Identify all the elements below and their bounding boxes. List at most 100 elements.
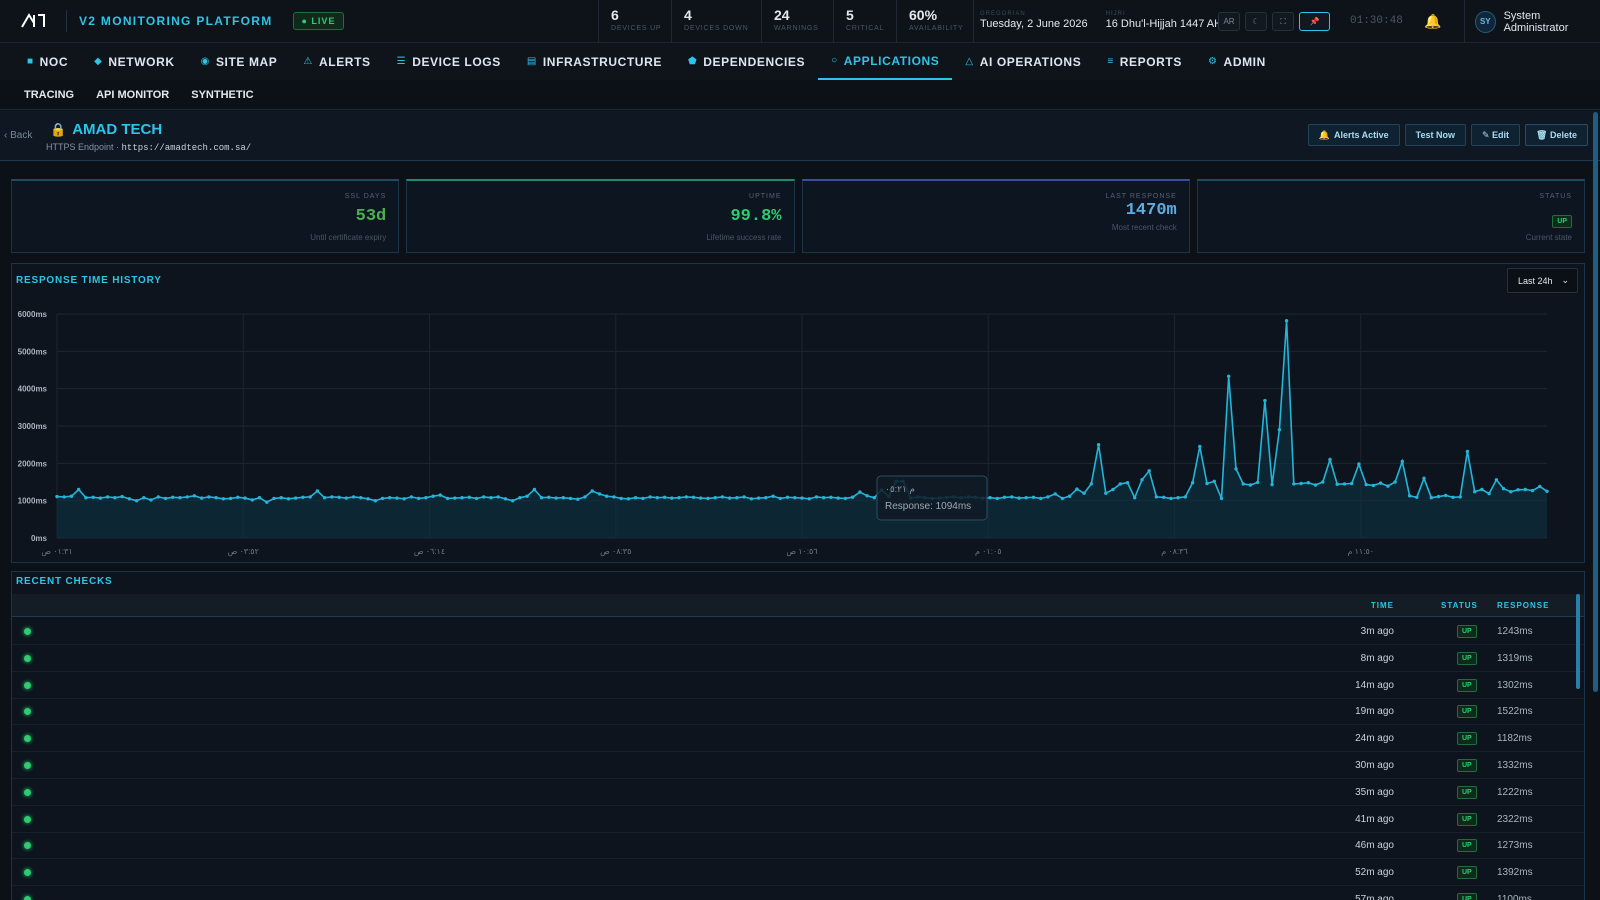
pin-icon[interactable]: 📌: [1299, 12, 1330, 31]
time-range-select[interactable]: Last 24h ⌄: [1507, 268, 1578, 293]
subnav-api-monitor[interactable]: API MONITOR: [96, 89, 169, 101]
page-scrollbar[interactable]: [1593, 112, 1598, 692]
table-row[interactable]: 14m ago UP 1302ms: [12, 672, 1584, 699]
test-now-button[interactable]: Test Now: [1404, 124, 1466, 146]
data-point: [1212, 479, 1217, 483]
status-badge: UP: [1457, 812, 1477, 826]
stat-devices-up[interactable]: 6 DEVICES UP: [598, 0, 671, 43]
x-tick-label: ١٠:٥٦ ص: [786, 547, 817, 556]
stat-critical[interactable]: 5 CRITICAL: [833, 0, 896, 43]
data-point: [1350, 481, 1354, 486]
table-row[interactable]: 30m ago UP 1332ms: [12, 752, 1584, 779]
date-value: Tuesday, 2 June 2026: [980, 18, 1088, 30]
toolbar-buttons: AR ☾ ⛶ 📌: [1218, 12, 1330, 31]
nav-label: APPLICATIONS: [843, 53, 940, 68]
y-tick-label: 4000ms: [18, 385, 48, 394]
check-time: 14m ago: [1355, 679, 1394, 691]
stat-warnings[interactable]: 24 WARNINGS: [761, 0, 833, 43]
tooltip-value: Response: 1094ms: [885, 501, 971, 512]
data-point: [568, 496, 573, 501]
column-status[interactable]: STATUS: [1441, 601, 1478, 610]
data-point: [214, 496, 218, 500]
nav-label: DEVICE LOGS: [412, 54, 501, 69]
table-scrollbar[interactable]: [1576, 594, 1580, 689]
data-point: [163, 496, 168, 501]
nav-infrastructure[interactable]: ▤ INFRASTRUCTURE: [514, 43, 675, 80]
nav-applications[interactable]: ○ APPLICATIONS: [818, 43, 953, 80]
uptime-card: UPTIME 99.8% Lifetime success rate: [406, 179, 795, 253]
stat-devices-down[interactable]: 4 DEVICES DOWN: [671, 0, 761, 43]
status-dot: [24, 654, 31, 662]
nav-device-logs[interactable]: ☰ DEVICE LOGS: [384, 43, 514, 80]
table-row[interactable]: 52m ago UP 1392ms: [12, 859, 1584, 887]
subnav-tracing[interactable]: TRACING: [24, 89, 74, 101]
data-point: [1371, 483, 1376, 488]
data-point: [525, 494, 529, 498]
theme-moon-icon[interactable]: ☾: [1245, 12, 1267, 31]
nav-alerts[interactable]: ⚠ ALERTS: [290, 43, 383, 80]
delete-button[interactable]: 🗑 Delete: [1525, 124, 1588, 146]
data-point: [221, 497, 226, 501]
data-point: [518, 496, 522, 500]
column-response[interactable]: RESPONSE: [1497, 601, 1549, 610]
table-row[interactable]: 19m ago UP 1522ms: [12, 698, 1584, 726]
ssl-days-card: SSL DAYS 53d Until certificate expiry: [11, 179, 400, 253]
status-dot: [24, 815, 31, 823]
user-menu[interactable]: SY System Administrator: [1464, 0, 1600, 43]
nav-ai-operations[interactable]: △ AI OPERATIONS: [952, 43, 1094, 80]
data-point: [402, 497, 406, 501]
edit-button[interactable]: ✎ Edit: [1471, 124, 1521, 146]
response-time-chart[interactable]: 0ms 1000ms 2000ms 3000ms 4000ms 5000ms 6000ms ٠…: [12, 264, 1584, 562]
nav-admin[interactable]: ⚙ ADMIN: [1195, 43, 1279, 80]
data-point: [1075, 487, 1079, 491]
data-point: [366, 497, 370, 501]
data-point: [1111, 487, 1115, 492]
fullscreen-icon[interactable]: ⛶: [1272, 12, 1294, 31]
data-point: [373, 499, 377, 503]
table-row[interactable]: 3m ago UP 1243ms: [12, 618, 1584, 645]
nav-label: REPORTS: [1119, 54, 1182, 69]
column-time[interactable]: TIME: [1371, 601, 1394, 610]
data-point: [1039, 496, 1043, 501]
stat-availability[interactable]: 60% AVAILABILITY: [896, 0, 974, 43]
nav-label: SITE MAP: [215, 54, 278, 69]
nav-noc[interactable]: ■ NOC: [14, 43, 81, 80]
nav-label: DEPENDENCIES: [703, 54, 806, 69]
back-link[interactable]: ‹ Back: [4, 130, 32, 141]
data-point: [872, 496, 876, 500]
data-point: [778, 496, 782, 501]
check-response: 1332ms: [1497, 760, 1533, 771]
data-point: [1321, 480, 1325, 484]
data-point: [677, 496, 681, 500]
bell-icon[interactable]: 🔔: [1424, 13, 1441, 30]
nav-site-map[interactable]: ◉ SITE MAP: [188, 43, 291, 80]
data-point: [626, 497, 631, 501]
alerts-active-button[interactable]: 🔔 Alerts Active: [1307, 124, 1400, 146]
stat-value: 60%: [909, 7, 938, 23]
data-point: [547, 495, 551, 499]
table-row[interactable]: 8m ago UP 1319ms: [12, 645, 1584, 672]
data-point: [1415, 495, 1419, 499]
data-point: [1125, 481, 1130, 485]
data-point: [417, 496, 421, 501]
data-point: [105, 495, 110, 499]
check-response: 1392ms: [1497, 867, 1533, 879]
table-row[interactable]: 46m ago UP 1273ms: [12, 832, 1584, 860]
noc-icon: ■: [27, 56, 34, 67]
data-point: [388, 496, 392, 500]
status-dot: [24, 681, 31, 689]
data-point: [1284, 319, 1289, 323]
language-toggle-button[interactable]: AR: [1218, 12, 1240, 31]
logo[interactable]: [20, 10, 58, 32]
nav-network[interactable]: ◆ NETWORK: [81, 43, 188, 80]
table-row[interactable]: 35m ago UP 1222ms: [12, 779, 1584, 806]
nav-reports[interactable]: ≡ REPORTS: [1094, 43, 1195, 80]
table-row[interactable]: 57m ago UP 1100ms: [12, 886, 1584, 900]
nav-dependencies[interactable]: ⬟ DEPENDENCIES: [675, 43, 818, 80]
data-point: [1335, 482, 1339, 486]
device-logs-icon: ☰: [396, 56, 407, 67]
table-row[interactable]: 41m ago UP 2322ms: [12, 806, 1584, 833]
subnav-synthetic[interactable]: SYNTHETIC: [191, 89, 253, 101]
table-row[interactable]: 24m ago UP 1182ms: [12, 725, 1584, 753]
data-point: [185, 495, 189, 499]
